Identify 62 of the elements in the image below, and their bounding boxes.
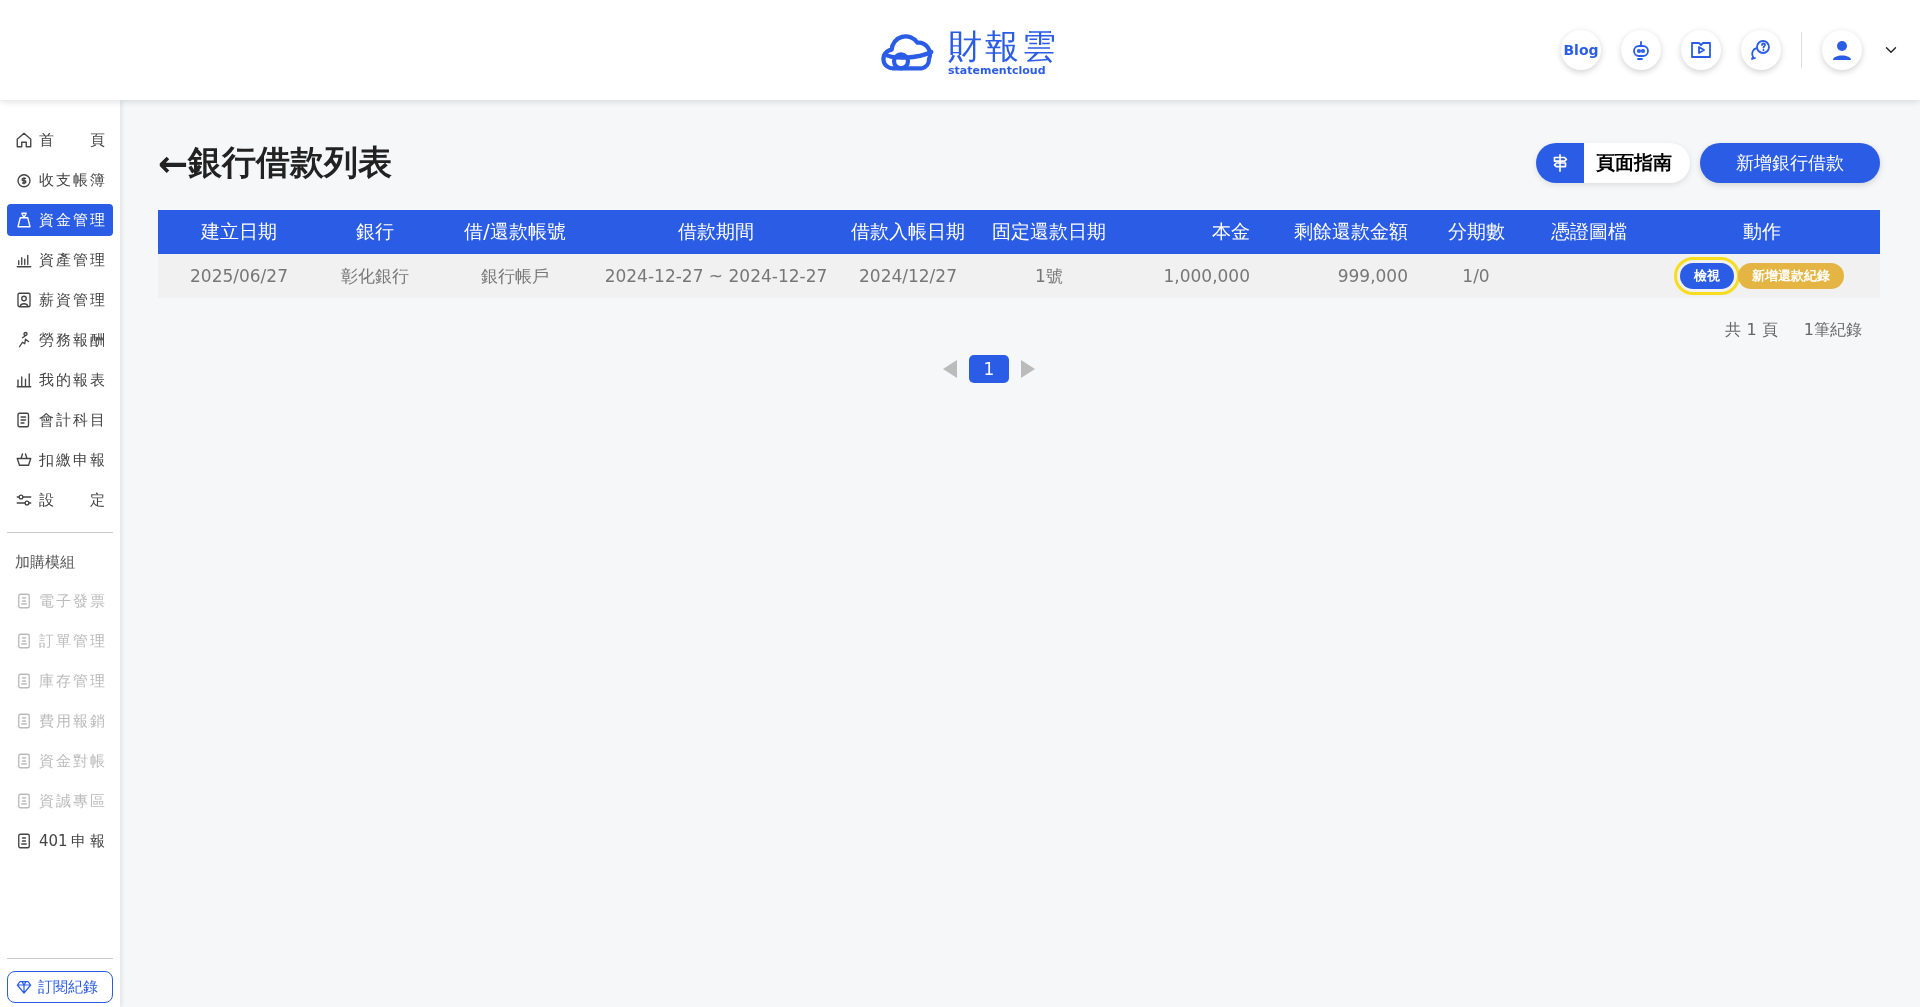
subscription-button[interactable]: 訂閱紀錄 bbox=[7, 971, 113, 1003]
basket-icon bbox=[15, 451, 33, 469]
table-cell: 2024/12/27 bbox=[832, 254, 984, 298]
house-icon bbox=[15, 131, 33, 149]
receipt-icon bbox=[15, 832, 33, 850]
diamond-icon bbox=[16, 979, 32, 995]
column-header: 分期數 bbox=[1418, 210, 1534, 254]
column-header: 借/還款帳號 bbox=[430, 210, 600, 254]
column-header: 銀行 bbox=[320, 210, 430, 254]
add-loan-button[interactable]: 新增銀行借款 bbox=[1700, 143, 1880, 183]
page-title: 銀行借款列表 bbox=[188, 141, 393, 184]
receipt-icon bbox=[15, 792, 33, 810]
sidebar-item[interactable]: 勞務報酬 bbox=[7, 324, 113, 356]
sidebar-item[interactable]: 資產管理 bbox=[7, 244, 113, 276]
sidebar-item[interactable]: 會計科目 bbox=[7, 404, 113, 436]
receipt-icon bbox=[15, 592, 33, 610]
column-header: 本金 bbox=[1114, 210, 1260, 254]
table-cell: 1號 bbox=[984, 254, 1114, 298]
sidebar-item[interactable]: 扣繳申報 bbox=[7, 444, 113, 476]
logo-name: 財報雲 bbox=[948, 27, 1059, 65]
column-header: 固定還款日期 bbox=[984, 210, 1114, 254]
page-count: 共 1 頁 bbox=[1725, 320, 1778, 341]
column-header: 動作 bbox=[1644, 210, 1880, 254]
table-cell: 2025/06/27 bbox=[158, 254, 320, 298]
person-icon bbox=[15, 291, 33, 309]
sidebar-item[interactable]: 我的報表 bbox=[7, 364, 113, 396]
table-cell: 銀行帳戶 bbox=[430, 254, 600, 298]
column-header: 借款期間 bbox=[600, 210, 832, 254]
addons-heading: 加購模組 bbox=[14, 552, 76, 573]
sidebar-item[interactable]: 首 頁 bbox=[7, 124, 113, 156]
addon-item[interactable]: 401申報 bbox=[7, 825, 113, 857]
column-header: 剩餘還款金額 bbox=[1260, 210, 1418, 254]
bar-chart-icon bbox=[15, 371, 33, 389]
money-bag-icon bbox=[15, 211, 33, 229]
sidebar-item[interactable]: 設 定 bbox=[7, 484, 113, 516]
receipt-icon bbox=[15, 632, 33, 650]
page-guide-button[interactable]: 頁面指南 bbox=[1536, 143, 1690, 183]
table-cell: 1/0 bbox=[1418, 254, 1534, 298]
table-cell: 2024-12-27 ~ 2024-12-27 bbox=[600, 254, 832, 298]
record-count: 1筆紀錄 bbox=[1803, 320, 1862, 341]
help-chat-icon bbox=[1749, 38, 1773, 62]
blog-button[interactable]: Blog bbox=[1561, 30, 1601, 70]
help-chat-button[interactable] bbox=[1741, 30, 1781, 70]
video-book-button[interactable] bbox=[1681, 30, 1721, 70]
receipt-icon bbox=[15, 712, 33, 730]
receipt-icon bbox=[15, 672, 33, 690]
logo-subtitle: statementcloud bbox=[948, 65, 1046, 77]
receipt-icon bbox=[15, 752, 33, 770]
user-icon bbox=[1830, 38, 1854, 62]
robot-button[interactable] bbox=[1621, 30, 1661, 70]
column-header: 借款入帳日期 bbox=[832, 210, 984, 254]
sidebar-item[interactable]: 薪資管理 bbox=[7, 284, 113, 316]
table-cell: 999,000 bbox=[1260, 254, 1418, 298]
sidebar-item[interactable]: 收支帳簿 bbox=[7, 164, 113, 196]
column-header: 憑證圖檔 bbox=[1534, 210, 1644, 254]
page-number[interactable]: 1 bbox=[969, 355, 1009, 383]
sidebar-item[interactable]: 資金管理 bbox=[7, 204, 113, 236]
column-header: 建立日期 bbox=[158, 210, 320, 254]
table-cell: 彰化銀行 bbox=[320, 254, 430, 298]
user-avatar-button[interactable] bbox=[1822, 30, 1862, 70]
coin-icon bbox=[15, 171, 33, 189]
table-cell: 1,000,000 bbox=[1114, 254, 1260, 298]
